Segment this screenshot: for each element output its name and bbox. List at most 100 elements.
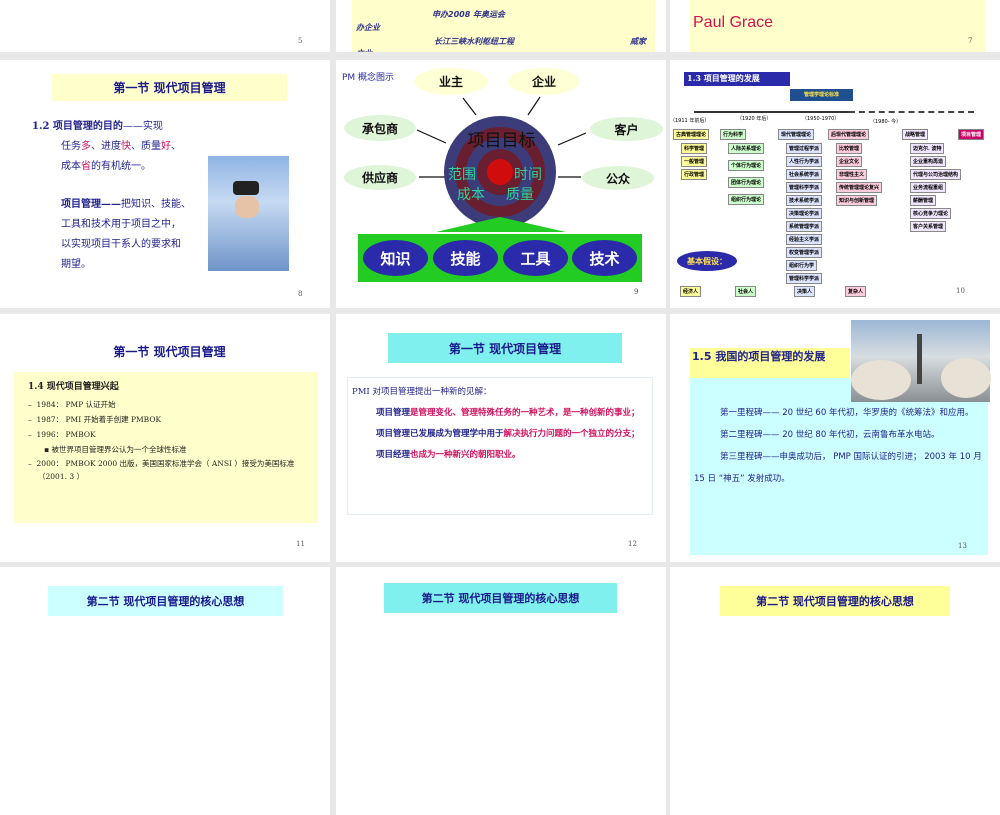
org-item: 权变管理学派 [786, 247, 823, 258]
highlight: 多 [81, 141, 91, 152]
slide-title: 第二节 现代项目管理的核心思想 [384, 583, 617, 613]
org-column-head: 项目管理 [958, 129, 985, 140]
slide-number: 5 [298, 37, 303, 45]
text-line: 办企业 [356, 23, 380, 32]
slide-number: 9 [634, 288, 639, 296]
content-box: 1.4 现代项目管理兴起 – 1984： PMP 认证开始 – 1987： PM… [14, 372, 318, 523]
up-arrow [436, 217, 566, 232]
text: 以实现项目干系人的要求和 [61, 239, 181, 250]
org-item: 企业文化 [836, 156, 863, 167]
smoke [941, 358, 991, 398]
org-item: 知识与创新管理 [836, 195, 878, 206]
org-item: 管理过程学派 [786, 143, 823, 154]
rocket-launch-photo [851, 320, 991, 402]
slide-thumbnail-11[interactable]: 第一节 现代项目管理 1.4 现代项目管理兴起 – 1984： PMP 认证开始… [0, 314, 330, 562]
slide-title: 第一节 现代项目管理 [52, 74, 287, 101]
slide-title: 第二节 现代项目管理的核心思想 [720, 586, 950, 616]
list-item: 1987： PMI 开始着手创建 PMBOK [36, 415, 162, 424]
org-item: 迈克尔. 波特 [910, 143, 945, 154]
binoculars-icon [233, 181, 259, 195]
text-line: 立业 [356, 48, 372, 52]
face [235, 196, 259, 218]
timeline-future [849, 111, 974, 113]
goal-quality: 质量 [506, 187, 534, 203]
text-line: 长江三峡水利枢纽工程 [434, 37, 514, 46]
slide-thumbnail-16[interactable]: 第二节 现代项目管理的核心思想 [670, 567, 1000, 815]
org-item: 非理性主义 [836, 169, 868, 180]
target-label: 项目目标 [467, 131, 536, 151]
assumption: 社会人 [735, 286, 757, 297]
slide-thumbnail-13[interactable]: 1.5 我国的项目管理的发展 第一里程碑—— 20 世纪 60 年代初，华罗庚的… [670, 314, 1000, 562]
timeline [694, 111, 849, 113]
text: 成本 [61, 161, 81, 172]
milestone-2: 第二里程碑—— 20 世纪 80 年代初，云南鲁布革水电站。 [720, 430, 940, 440]
slide-number: 11 [296, 540, 305, 548]
slide-thumbnail-9[interactable]: PM 概念图示 业主 企业 承包商 客户 供应商 公众 项目目标 范围 时间 成… [336, 60, 666, 308]
text: ——实现 [122, 121, 163, 132]
org-item: 企业重构再造 [910, 156, 947, 167]
text-box: Paul Grace [690, 0, 985, 52]
highlight: 是管理变化、管理特殊任务的一种艺术，是一种创新的事业； [410, 408, 640, 418]
list-item: 2000： PMBOK 2000 出版，美国国家标准学会（ ANSI ）接受为美… [36, 459, 295, 481]
text: 项目经理 [376, 450, 411, 460]
slide-number: 10 [956, 287, 965, 295]
period: （1920 年后） [737, 116, 772, 122]
stakeholder-public: 公众 [582, 166, 654, 190]
org-item: 人际关系理论 [728, 143, 765, 154]
slide-thumbnail-5[interactable]: 5 [0, 0, 330, 52]
foundation-box: 知识 技能 工具 技术 [358, 234, 642, 282]
org-item: 技术系统学派 [786, 195, 823, 206]
org-item: 团体行为理论 [728, 177, 765, 188]
org-item: 比较管理 [836, 143, 863, 154]
org-item: 代理与公司治理结构 [910, 169, 962, 180]
text: 把知识、技能、 [121, 199, 191, 210]
org-item: 管理科学学派 [786, 273, 823, 284]
org-item: 行政管理 [681, 169, 708, 180]
slide-number: 7 [968, 37, 973, 45]
list-item: 1984： PMP 认证开始 [36, 400, 116, 409]
text: 的有机统一。 [91, 161, 151, 172]
milestone-3: 第三里程碑——申奥成功后， PMP 国际认证的引进； 2003 年 10 月 1… [694, 452, 982, 484]
slide-number: 13 [958, 542, 967, 550]
stakeholder-customer: 客户 [590, 117, 663, 141]
list-item: 1996： PMBOK [36, 430, 96, 439]
text: 任务 [61, 141, 81, 152]
smoke [851, 360, 911, 400]
slide-thumbnail-15[interactable]: 第二节 现代项目管理的核心思想 [336, 567, 666, 815]
org-column-head: 后现代管理理论 [828, 129, 870, 140]
body-text: 1.2 项目管理的目的——实现 任务多、进度快、质量好、 成本省的有机统一。 项… [32, 117, 212, 275]
slide-thumbnail-8[interactable]: 第一节 现代项目管理 1.2 项目管理的目的——实现 任务多、进度快、质量好、 … [0, 60, 330, 308]
root-box: 管理学理论标准 [790, 89, 853, 101]
intro-text: PMI 对项目管理提出一种新的见解： [352, 387, 492, 397]
milestone-1: 第一里程碑—— 20 世纪 60 年代初，华罗庚的《统筹法》和应用。 [720, 408, 974, 418]
org-column-head: 行为科学 [720, 129, 747, 140]
bullseye [487, 159, 513, 185]
org-item: 核心竞争力理论 [910, 208, 952, 219]
period: （1950-1970） [802, 116, 840, 122]
goal-time: 时间 [514, 167, 542, 183]
org-item: 决策理论学派 [786, 208, 823, 219]
term: 项目管理—— [61, 199, 121, 210]
heading: 1.4 现代项目管理兴起 [28, 382, 119, 392]
org-item: 经验主义学派 [786, 234, 823, 245]
period: （1911 年前后） [670, 118, 710, 124]
text-line: 威家 [630, 37, 646, 46]
text-box: 申办2008 年奥运会 办企业 长江三峡水利枢纽工程 威家 立业 [352, 0, 655, 52]
text: 期望。 [61, 259, 91, 270]
org-item: 一般管理 [681, 156, 708, 167]
org-item: 科学管理 [681, 143, 708, 154]
foundation-skills: 技能 [433, 240, 498, 276]
slide-thumbnail-12[interactable]: 第一节 现代项目管理 PMI 对项目管理提出一种新的见解： 项目管理是管理变化、… [336, 314, 666, 562]
stakeholder-supplier: 供应商 [344, 165, 416, 190]
slide-thumbnail-7[interactable]: Paul Grace 7 [670, 0, 1000, 52]
assumption: 复杂人 [845, 286, 867, 297]
slide-title: 第一节 现代项目管理 [113, 344, 226, 359]
highlight: 好 [161, 141, 171, 152]
slide-thumbnail-14[interactable]: 第二节 现代项目管理的核心思想 [0, 567, 330, 815]
heading: 1.5 我国的项目管理的发展 [690, 348, 850, 378]
stakeholder-contractor: 承包商 [344, 115, 416, 141]
slide-thumbnail-10[interactable]: 1.3 项目管理的发展 管理学理论标准 （1911 年前后） （1920 年后）… [670, 60, 1000, 308]
text: 、进度 [91, 141, 121, 152]
slide-thumbnail-6[interactable]: 申办2008 年奥运会 办企业 长江三峡水利枢纽工程 威家 立业 [336, 0, 666, 52]
slide-title: 第二节 现代项目管理的核心思想 [48, 586, 283, 616]
